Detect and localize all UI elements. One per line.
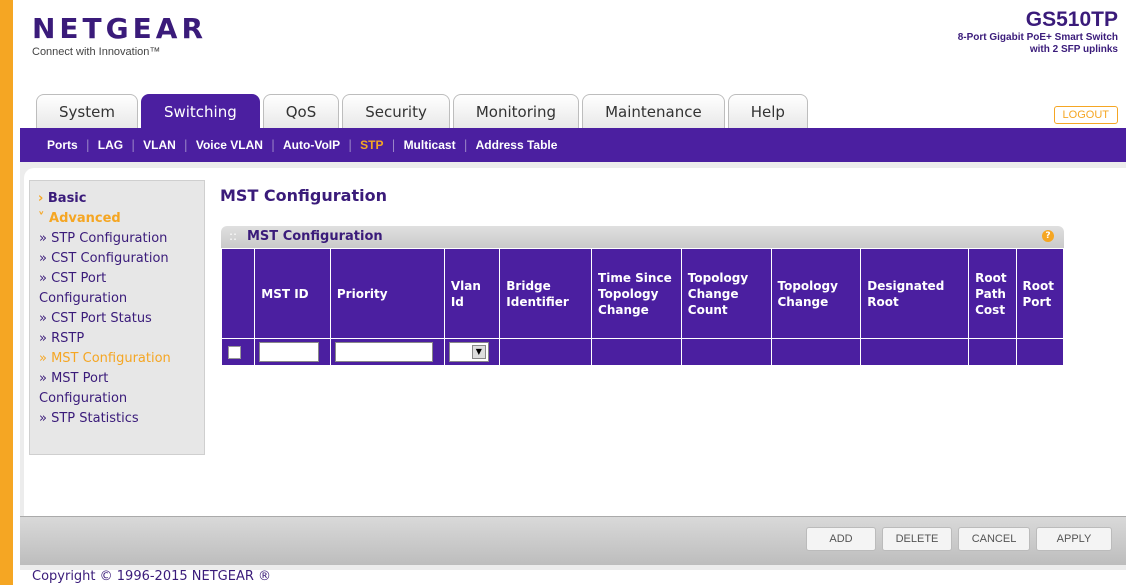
chevron-down-icon: ˅ <box>38 211 45 226</box>
sidebar-item-cst-port-configuration[interactable]: » CST Port Configuration <box>30 269 189 309</box>
drag-handle-icon: :: <box>229 229 238 243</box>
header-designated-root: Designated Root <box>860 248 970 339</box>
tab-help[interactable]: Help <box>727 94 808 128</box>
subnav-separator: | <box>463 138 468 152</box>
device-info: GS510TP 8-Port Gigabit PoE+ Smart Switch… <box>958 8 1118 56</box>
tab-switching[interactable]: Switching <box>140 94 260 128</box>
delete-button[interactable]: DELETE <box>882 527 952 551</box>
subnav-auto-voip[interactable]: Auto-VoIP <box>283 138 340 152</box>
chevron-right-icon: › <box>38 191 44 206</box>
tab-qos[interactable]: QoS <box>262 94 340 128</box>
vlan-id-cell: ▼ <box>443 338 501 366</box>
sidebar-basic[interactable]: › Basic <box>30 189 204 209</box>
sidebar-item-stp-statistics[interactable]: » STP Statistics <box>30 409 204 429</box>
sub-navigation: Ports | LAG | VLAN | Voice VLAN | Auto-V… <box>20 128 1126 162</box>
sidebar-item-label: STP Statistics <box>51 411 139 426</box>
netgear-logo: NETGEAR Connect with Innovation™ <box>32 12 207 59</box>
sidebar: › Basic ˅ Advanced » STP Configuration »… <box>29 180 205 455</box>
subnav-vlan[interactable]: VLAN <box>143 138 176 152</box>
device-description: 8-Port Gigabit PoE+ Smart Switch with 2 … <box>957 32 1118 55</box>
tab-monitoring[interactable]: Monitoring <box>452 94 580 128</box>
sidebar-item-label: CST Port Status <box>51 311 152 326</box>
header-mst-id: MST ID <box>254 248 331 339</box>
logout-button[interactable]: LOGOUT <box>1053 106 1118 124</box>
tab-security[interactable]: Security <box>342 94 450 128</box>
left-accent-bar <box>0 0 20 585</box>
cancel-button[interactable]: CANCEL <box>958 527 1030 551</box>
add-button[interactable]: ADD <box>806 527 876 551</box>
bridge-identifier-cell <box>499 338 593 366</box>
sidebar-item-cst-port-status[interactable]: » CST Port Status <box>30 309 204 329</box>
root-path-cost-cell <box>968 338 1017 366</box>
sidebar-item-label: CST Configuration <box>51 251 169 266</box>
priority-cell <box>329 338 445 366</box>
time-since-topology-change-cell <box>591 338 682 366</box>
topology-change-count-cell <box>680 338 772 366</box>
sidebar-item-mst-port-configuration[interactable]: » MST Port Configuration <box>30 369 189 409</box>
logo-tagline: Connect with Innovation™ <box>32 46 161 58</box>
subnav-address-table[interactable]: Address Table <box>476 138 558 152</box>
subnav-multicast[interactable]: Multicast <box>404 138 456 152</box>
sidebar-item-mst-configuration[interactable]: » MST Configuration <box>30 349 204 369</box>
header-root-port: Root Port <box>1015 248 1065 339</box>
header-topology-change-count: Topology Change Count <box>680 248 772 339</box>
page-title: MST Configuration <box>220 186 387 205</box>
subnav-lag[interactable]: LAG <box>98 138 123 152</box>
sidebar-item-rstp[interactable]: » RSTP <box>30 329 204 349</box>
mst-id-input[interactable] <box>259 342 320 362</box>
header-bridge-identifier: Bridge Identifier <box>499 248 593 339</box>
sidebar-item-cst-configuration[interactable]: » CST Configuration <box>30 249 204 269</box>
main-tabs: System Switching QoS Security Monitoring… <box>36 94 811 128</box>
subnav-ports[interactable]: Ports <box>47 138 78 152</box>
sidebar-item-label: MST Configuration <box>51 351 171 366</box>
subnav-separator: | <box>270 138 276 152</box>
panel-header: :: MST Configuration ? <box>221 226 1064 248</box>
subnav-separator: | <box>183 138 188 152</box>
tab-maintenance[interactable]: Maintenance <box>582 94 725 128</box>
header-vlan-id: Vlan Id <box>443 248 501 339</box>
header-time-since-topology-change: Time Since Topology Change <box>591 248 682 339</box>
sidebar-item-stp-configuration[interactable]: » STP Configuration <box>30 229 204 249</box>
sidebar-advanced-label: Advanced <box>49 211 121 226</box>
mst-id-cell <box>254 338 331 366</box>
header-topology-change: Topology Change <box>770 248 862 339</box>
subnav-voice-vlan[interactable]: Voice VLAN <box>196 138 263 152</box>
chevron-down-icon: ▼ <box>471 345 486 359</box>
subnav-separator: | <box>131 138 136 152</box>
subnav-separator: | <box>85 138 90 152</box>
apply-button[interactable]: APPLY <box>1036 527 1112 551</box>
copyright-text: Copyright © 1996-2015 NETGEAR ® <box>32 569 272 584</box>
subnav-separator: | <box>391 138 396 152</box>
designated-root-cell <box>860 338 970 366</box>
subnav-separator: | <box>348 138 353 152</box>
sidebar-item-label: CST Port Configuration <box>39 271 128 306</box>
row-select-cell <box>220 338 256 366</box>
sidebar-item-label: RSTP <box>51 331 85 346</box>
sidebar-item-label: STP Configuration <box>51 231 168 246</box>
root-port-cell <box>1015 338 1065 366</box>
topology-change-cell <box>770 338 862 366</box>
table-header-row: MST ID Priority Vlan Id Bridge Identifie… <box>220 248 1065 339</box>
panel-title: MST Configuration <box>247 229 383 244</box>
device-model: GS510TP <box>1025 8 1118 31</box>
header-root-path-cost: Root Path Cost <box>968 248 1017 339</box>
header-priority: Priority <box>329 248 445 339</box>
sidebar-item-label: MST Port Configuration <box>39 371 128 406</box>
row-checkbox[interactable] <box>228 345 241 359</box>
sidebar-basic-label: Basic <box>47 191 87 206</box>
priority-input[interactable] <box>334 342 433 362</box>
logo-text: NETGEAR <box>32 12 207 45</box>
subnav-stp[interactable]: STP <box>360 138 383 152</box>
help-icon[interactable]: ? <box>1042 230 1054 242</box>
vlan-id-select[interactable]: ▼ <box>448 342 489 362</box>
select-column-header <box>220 248 256 339</box>
tab-system[interactable]: System <box>36 94 138 128</box>
sidebar-advanced[interactable]: ˅ Advanced <box>30 209 204 229</box>
table-row: ▼ <box>220 338 1065 366</box>
mst-table: MST ID Priority Vlan Id Bridge Identifie… <box>220 248 1065 366</box>
